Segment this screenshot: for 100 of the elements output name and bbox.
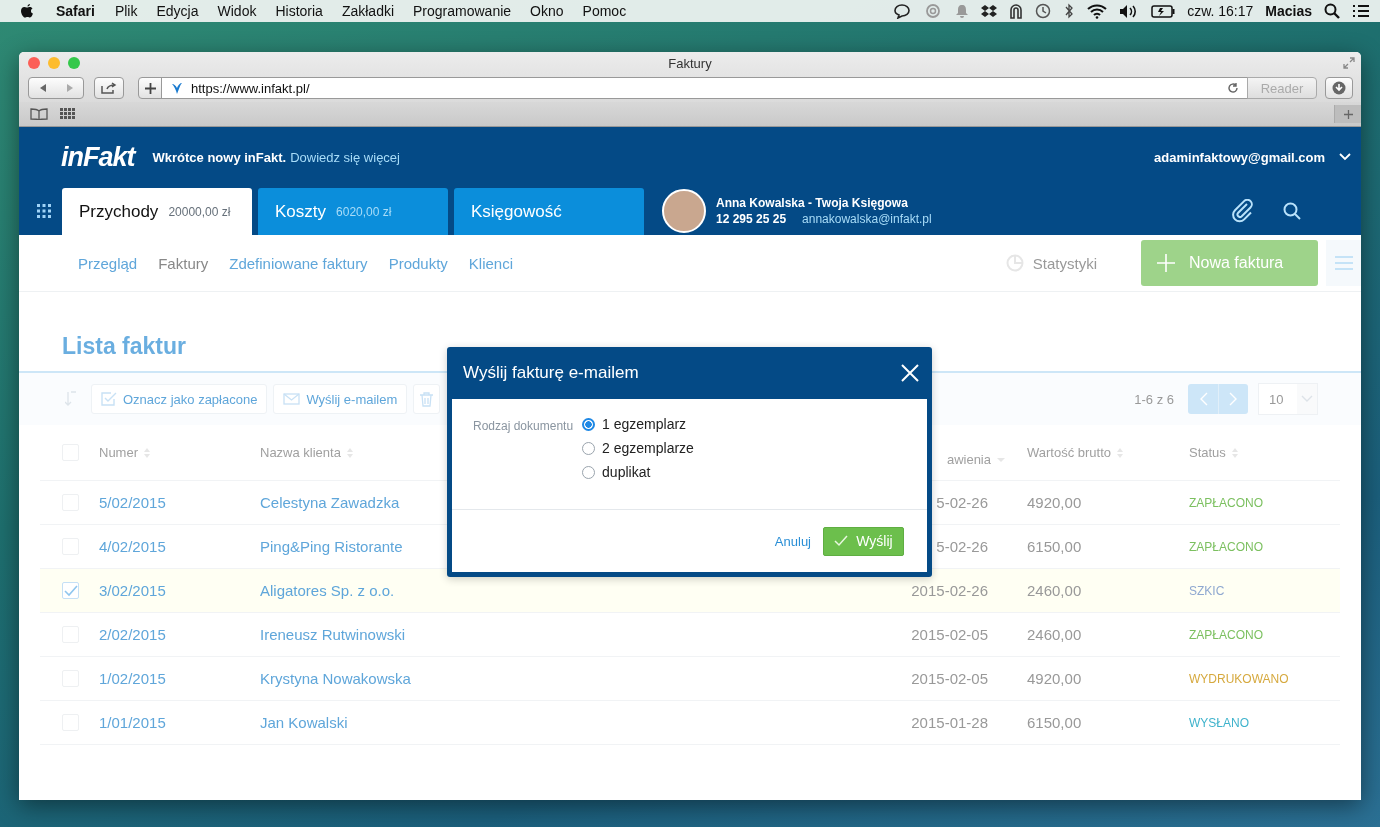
reload-icon[interactable] [1227,82,1239,94]
fullscreen-icon[interactable] [1343,57,1355,69]
invoice-number-link[interactable]: 1/02/2015 [99,670,260,687]
invoice-number-link[interactable]: 1/01/2015 [99,714,260,731]
table-row[interactable]: 1/01/2015 Jan Kowalski 2015-01-28 6150,00 WYSŁANO [40,701,1340,745]
client-link[interactable]: Jan Kowalski [260,714,860,731]
table-row[interactable]: 1/02/2015 Krystyna Nowakowska 2015-02-05 4920,00 WYDRUKOWANO [40,657,1340,701]
close-button[interactable] [28,57,40,69]
avatar [662,189,706,233]
column-header[interactable]: Status [1189,445,1226,460]
client-link[interactable]: Krystyna Nowakowska [260,670,860,687]
close-icon[interactable] [901,364,919,382]
table-row[interactable]: 2/02/2015 Ireneusz Rutwinowski 2015-02-05 2460,00 ZAPŁACONO [40,613,1340,657]
client-link[interactable]: Aligatores Sp. z o.o. [260,582,860,599]
downloads-button[interactable] [1325,77,1353,99]
statistics-link[interactable]: Statystyki [1032,254,1097,272]
subnav-link[interactable]: Przegląd [78,254,138,272]
chevron-down-icon [1301,395,1313,403]
reader-button[interactable]: Reader [1247,77,1317,99]
subnav-link[interactable]: Produkty [388,254,448,272]
bell-icon[interactable] [955,3,970,19]
column-header[interactable]: Numer [99,445,138,460]
box-icon[interactable] [981,3,998,19]
user-name[interactable]: Macias [1265,3,1312,19]
download-icon [1332,81,1346,95]
subnav-link[interactable]: Klienci [468,254,513,272]
battery-icon[interactable] [1151,4,1176,18]
send-email-button[interactable]: Wyślij e-mailem [273,384,408,414]
date-cell: 5-02-26 [936,538,988,555]
grid-icon[interactable] [60,108,76,120]
add-bookmark-button[interactable] [138,77,162,99]
send-button[interactable]: Wyślij [823,526,904,556]
plus-icon [1343,109,1353,119]
menu-item[interactable]: Pomoc [582,3,627,19]
cancel-link[interactable]: Anuluj [774,533,811,549]
invoice-number-link[interactable]: 4/02/2015 [99,538,260,555]
date-cell: 2015-02-05 [911,670,988,687]
apps-grid-icon[interactable] [37,204,51,218]
apple-icon[interactable] [20,3,34,19]
module-tab[interactable]: Księgowość [454,188,644,235]
paperclip-icon[interactable] [1231,199,1255,223]
mark-paid-button[interactable]: Oznacz jako zapłacone [91,384,268,414]
wifi-icon[interactable] [1087,3,1108,19]
column-header[interactable]: Nazwa klienta [260,445,341,460]
envelope-icon [283,393,301,405]
column-header[interactable]: awienia [946,452,991,467]
search-icon[interactable] [1324,3,1340,19]
amount-cell-text: 6150,00 [1026,714,1083,731]
speech-bubble-icon[interactable] [893,3,912,19]
client-link[interactable]: Ireneusz Rutwinowski [260,626,860,643]
announcement-text: Wkrótce nowy inFakt. [152,149,287,165]
chevron-down-icon[interactable] [1339,153,1351,161]
menu-item[interactable]: Edycja [156,3,199,19]
invoice-number-link[interactable]: 2/02/2015 [99,626,260,643]
date-cell: 2015-01-28 [911,714,988,731]
radio-option[interactable]: duplikat [582,464,694,480]
pagination-range: 1-6 z 6 [1134,391,1174,407]
new-tab-button[interactable] [1334,105,1361,123]
radio-option[interactable]: 2 egzemplarze [582,440,694,456]
menu-item[interactable]: Safari [56,3,95,19]
invoice-number-link[interactable]: 3/02/2015 [99,582,260,599]
menu-item[interactable]: Okno [530,3,564,19]
radio-option[interactable]: 1 egzemplarz [582,416,694,432]
invoice-number-link[interactable]: 5/02/2015 [99,494,260,511]
arrow-down-icon [65,391,77,407]
menu-item[interactable]: Plik [114,3,138,19]
subnav-link[interactable]: Zdefiniowane faktury [229,254,368,272]
subnav-link[interactable]: Faktury [158,254,209,272]
site-icon [170,81,184,95]
menu-clock[interactable]: czw. 16:17 [1187,3,1254,19]
accountant-email[interactable]: annakowalska@infakt.pl [802,212,932,226]
new-invoice-button[interactable]: Nowa faktura [1141,240,1318,286]
back-forward-buttons[interactable] [28,77,84,99]
list-icon[interactable] [1352,4,1370,18]
account-email[interactable]: adaminfaktowy@gmail.com [1154,149,1325,165]
share-button[interactable] [94,77,124,99]
chevron-left-icon [1198,392,1208,406]
module-tab[interactable]: Przychody 20000,00 zł [62,188,252,235]
menu-item[interactable]: Zakładki [341,3,395,19]
menu-item[interactable]: Programowanie [413,3,512,19]
amount-cell-text: 2460,00 [1026,582,1083,599]
module-tab[interactable]: Koszty 6020,00 zł [258,188,448,235]
zoom-button[interactable] [68,57,80,69]
menu-item[interactable]: Historia [275,3,323,19]
menu-item[interactable]: Widok [217,3,257,19]
column-header[interactable]: Wartość brutto [1027,445,1112,460]
announcement-link[interactable]: Dowiedz się więcej [290,149,400,165]
row-checkbox[interactable] [62,582,79,599]
book-icon[interactable] [30,108,48,120]
arch-icon[interactable] [1009,3,1024,19]
amount-cell-text: 4920,00 [1026,670,1083,687]
address-field[interactable]: https://www.infakt.pl/ [161,77,1248,99]
checkmark-icon [834,535,849,547]
status-label: ZAPŁACONO [1189,539,1264,554]
per-page-select[interactable]: 10 [1258,383,1318,415]
table-row[interactable]: 3/02/2015 Aligatores Sp. z o.o. 2015-02-26 2460,00 SZKIC [40,569,1340,613]
logo[interactable]: inFakt [61,141,135,173]
accountant-phone: 12 295 25 25 [716,212,787,226]
clock-icon[interactable] [1035,3,1052,19]
search-icon[interactable] [1283,202,1301,220]
